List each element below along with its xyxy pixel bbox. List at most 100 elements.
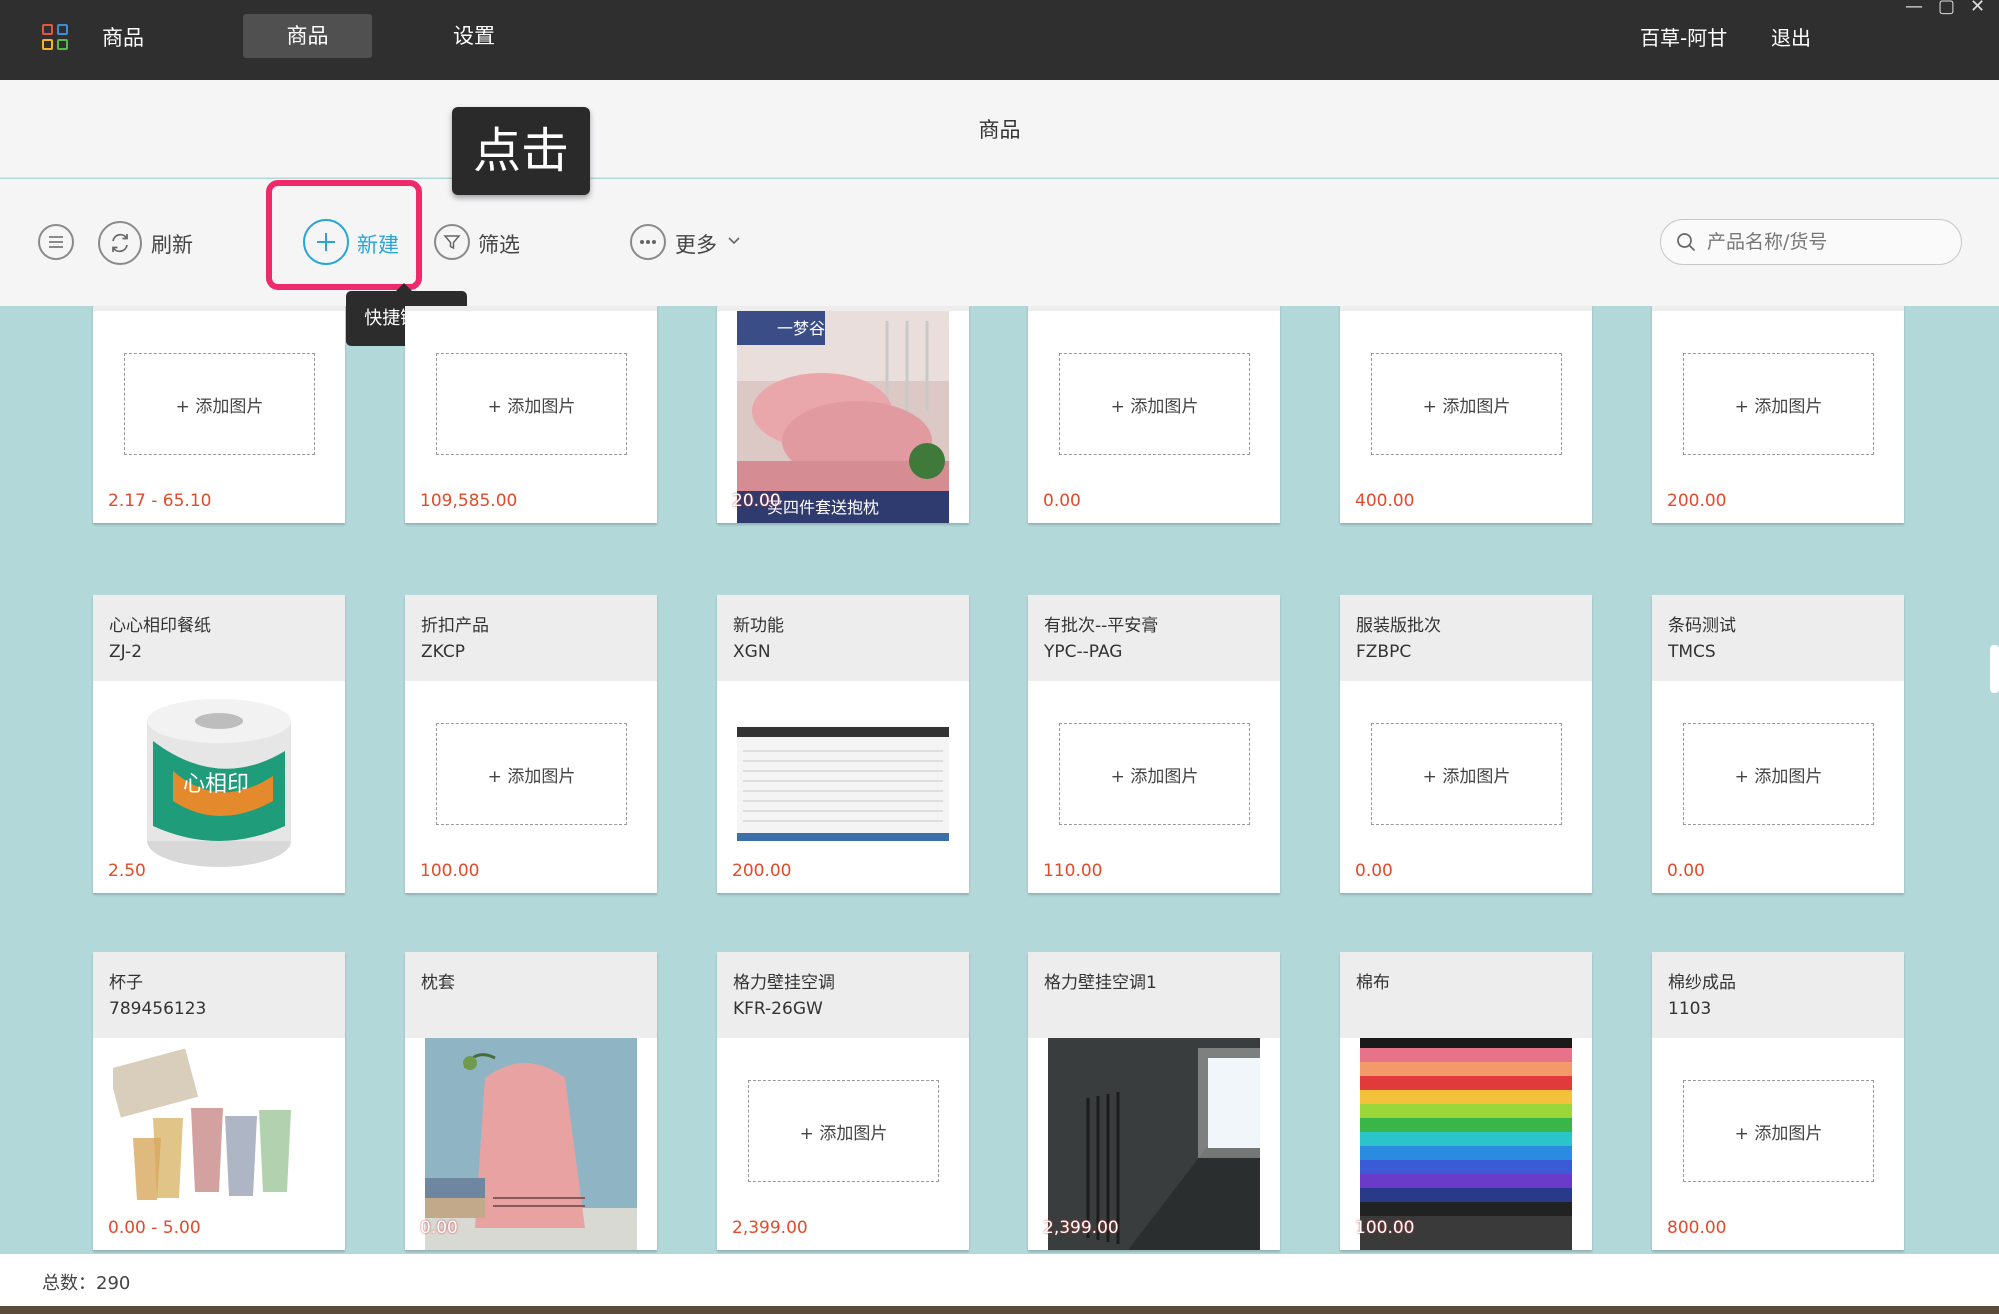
tab-products[interactable]: 商品 bbox=[243, 14, 372, 58]
product-price: 109,585.00 bbox=[420, 491, 518, 511]
product-card[interactable]: 服装版批次 FZBPC + 添加图片 0.00 bbox=[1340, 595, 1592, 893]
product-code: KFR-26GW bbox=[733, 999, 823, 1019]
product-name: 条码测试 bbox=[1668, 616, 1736, 636]
product-card[interactable]: 一梦谷 买四件套送抱枕 20.00 bbox=[717, 306, 969, 523]
product-price: 2,399.00 bbox=[1043, 1218, 1119, 1238]
product-code: YPC--PAG bbox=[1044, 642, 1123, 662]
product-name: 有批次--平安膏 bbox=[1044, 616, 1159, 636]
more-button[interactable]: 更多 bbox=[675, 229, 717, 259]
add-image-button[interactable]: + 添加图片 bbox=[748, 1080, 939, 1182]
menu-icon[interactable] bbox=[38, 224, 74, 260]
product-name: 折扣产品 bbox=[421, 616, 489, 636]
apps-grid-icon[interactable] bbox=[42, 24, 68, 50]
product-card[interactable]: + 添加图片 109,585.00 bbox=[405, 306, 657, 523]
product-price: 100.00 bbox=[1355, 1218, 1415, 1238]
logout-button[interactable]: 退出 bbox=[1771, 22, 1811, 51]
product-price: 0.00 bbox=[420, 1218, 458, 1238]
product-code: 789456123 bbox=[109, 999, 207, 1019]
product-code: ZKCP bbox=[421, 642, 465, 662]
chevron-down-icon[interactable] bbox=[726, 235, 742, 247]
product-name: 枕套 bbox=[421, 973, 455, 993]
page-title: 商品 bbox=[978, 118, 1021, 142]
product-name: 格力壁挂空调1 bbox=[1044, 973, 1157, 993]
product-card[interactable]: 有批次--平安膏 YPC--PAG + 添加图片 110.00 bbox=[1028, 595, 1280, 893]
app-title: 商品 bbox=[102, 26, 144, 50]
minimize-icon[interactable]: — bbox=[1905, 0, 1923, 17]
product-name: 心心相印餐纸 bbox=[109, 616, 211, 636]
product-code: FZBPC bbox=[1356, 642, 1412, 662]
product-card[interactable]: + 添加图片 2.17 - 65.10 bbox=[93, 306, 345, 523]
search-box[interactable] bbox=[1660, 219, 1962, 265]
search-icon bbox=[1677, 233, 1696, 252]
refresh-button[interactable]: 刷新 bbox=[151, 229, 193, 259]
product-price: 100.00 bbox=[420, 861, 480, 881]
product-name: 棉布 bbox=[1356, 973, 1390, 993]
new-button-highlight bbox=[266, 180, 422, 290]
product-card[interactable]: 格力壁挂空调1 2,399.00 bbox=[1028, 952, 1280, 1250]
product-name: 棉纱成品 bbox=[1668, 973, 1736, 993]
product-price: 2.50 bbox=[108, 861, 146, 881]
product-name: 服装版批次 bbox=[1356, 616, 1441, 636]
product-code: 1103 bbox=[1668, 999, 1712, 1019]
footer: 总数：290 bbox=[0, 1254, 1999, 1306]
product-price: 0.00 bbox=[1667, 861, 1705, 881]
refresh-icon[interactable] bbox=[98, 221, 142, 265]
filter-icon[interactable] bbox=[434, 224, 470, 260]
top-nav-bar: 商品 商品 设置 百草-阿甘 退出 — ▢ ✕ bbox=[0, 0, 1999, 80]
product-card[interactable]: + 添加图片 400.00 bbox=[1340, 306, 1592, 523]
product-card[interactable]: + 添加图片 0.00 bbox=[1028, 306, 1280, 523]
product-price: 2.17 - 65.10 bbox=[108, 491, 212, 511]
product-price: 400.00 bbox=[1355, 491, 1415, 511]
product-card[interactable]: 枕套 0.00 bbox=[405, 952, 657, 1250]
close-icon[interactable]: ✕ bbox=[1970, 0, 1985, 17]
product-card[interactable]: 棉布 100.00 bbox=[1340, 952, 1592, 1250]
scrollbar-handle[interactable] bbox=[1990, 645, 1999, 693]
product-price: 20.00 bbox=[732, 491, 781, 511]
product-code: ZJ-2 bbox=[109, 642, 143, 662]
product-card[interactable]: 棉纱成品 1103 + 添加图片 800.00 bbox=[1652, 952, 1904, 1250]
product-card[interactable]: 新功能 XGN 200.00 bbox=[717, 595, 969, 893]
product-price: 2,399.00 bbox=[732, 1218, 808, 1238]
add-image-button[interactable]: + 添加图片 bbox=[1371, 353, 1562, 455]
add-image-button[interactable]: + 添加图片 bbox=[1371, 723, 1562, 825]
product-card[interactable]: 折扣产品 ZKCP + 添加图片 100.00 bbox=[405, 595, 657, 893]
product-grid: + 添加图片 2.17 - 65.10 + 添加图片 109,585.00 一梦… bbox=[0, 306, 1999, 1254]
add-image-button[interactable]: + 添加图片 bbox=[1683, 353, 1874, 455]
product-name: 格力壁挂空调 bbox=[733, 973, 835, 993]
image-promo-text: 买四件套送抱枕 bbox=[767, 498, 879, 517]
add-image-button[interactable]: + 添加图片 bbox=[436, 723, 627, 825]
filter-button[interactable]: 筛选 bbox=[478, 229, 520, 259]
product-price: 800.00 bbox=[1667, 1218, 1727, 1238]
product-price: 200.00 bbox=[732, 861, 792, 881]
add-image-button[interactable]: + 添加图片 bbox=[436, 353, 627, 455]
product-card[interactable]: 格力壁挂空调 KFR-26GW + 添加图片 2,399.00 bbox=[717, 952, 969, 1250]
product-card[interactable]: 条码测试 TMCS + 添加图片 0.00 bbox=[1652, 595, 1904, 893]
product-price: 0.00 bbox=[1043, 491, 1081, 511]
product-code: TMCS bbox=[1668, 642, 1716, 662]
desktop-strip bbox=[0, 1306, 1999, 1314]
add-image-button[interactable]: + 添加图片 bbox=[124, 353, 315, 455]
product-price: 0.00 bbox=[1355, 861, 1393, 881]
add-image-button[interactable]: + 添加图片 bbox=[1059, 723, 1250, 825]
product-name: 杯子 bbox=[109, 973, 143, 993]
search-input[interactable] bbox=[1707, 231, 1947, 253]
maximize-icon[interactable]: ▢ bbox=[1938, 0, 1955, 17]
product-price: 0.00 - 5.00 bbox=[108, 1218, 201, 1238]
add-image-button[interactable]: + 添加图片 bbox=[1683, 723, 1874, 825]
more-icon[interactable] bbox=[630, 224, 666, 260]
product-price: 200.00 bbox=[1667, 491, 1727, 511]
page-header: 商品 bbox=[0, 80, 1999, 178]
total-count: 总数：290 bbox=[42, 1273, 131, 1294]
product-name: 新功能 bbox=[733, 616, 784, 636]
image-brand-text: 心相印 bbox=[183, 772, 249, 797]
add-image-button[interactable]: + 添加图片 bbox=[1059, 353, 1250, 455]
product-card[interactable]: 心心相印餐纸 ZJ-2 心相印 2.50 bbox=[93, 595, 345, 893]
add-image-button[interactable]: + 添加图片 bbox=[1683, 1080, 1874, 1182]
product-card[interactable]: + 添加图片 200.00 bbox=[1652, 306, 1904, 523]
user-name[interactable]: 百草-阿甘 bbox=[1640, 22, 1727, 51]
product-card[interactable]: 杯子 789456123 0.00 - 5.00 bbox=[93, 952, 345, 1250]
tab-settings[interactable]: 设置 bbox=[410, 14, 538, 58]
image-brand-text: 一梦谷 bbox=[777, 319, 825, 338]
product-code: XGN bbox=[733, 642, 771, 662]
product-price: 110.00 bbox=[1043, 861, 1103, 881]
